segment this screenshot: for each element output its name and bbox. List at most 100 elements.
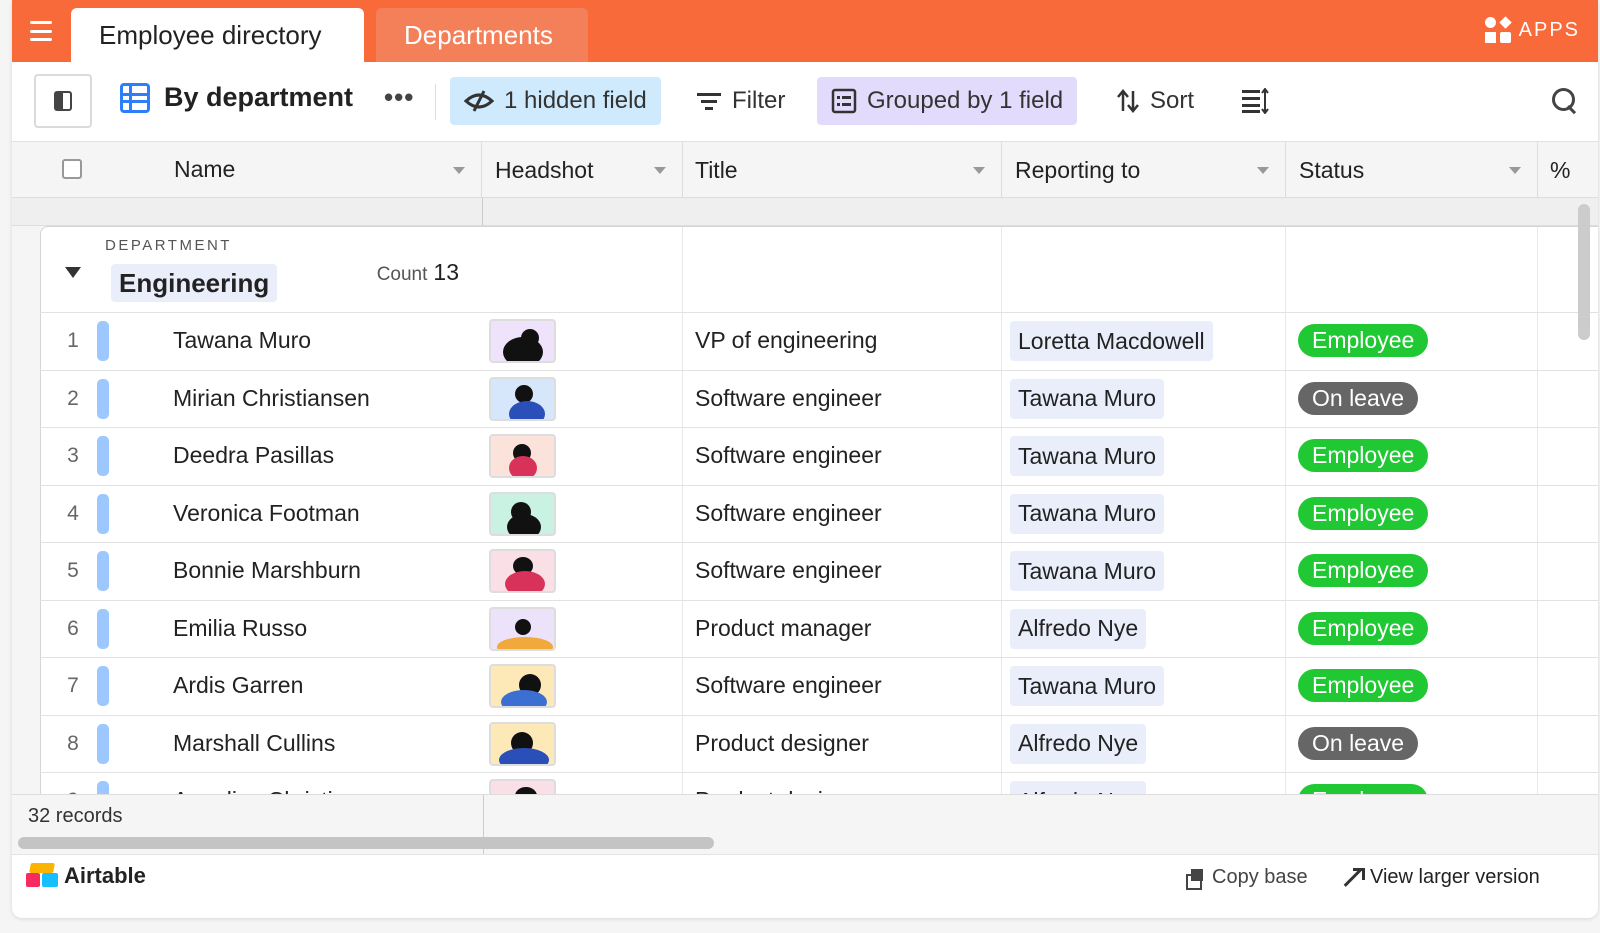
title-cell[interactable]: Software engineer: [683, 658, 1002, 715]
extra-cell[interactable]: [1538, 543, 1598, 600]
title-cell[interactable]: Software engineer: [683, 485, 1002, 542]
table-row[interactable]: 2 Mirian Christiansen: [40, 369, 483, 427]
reporting-to-cell[interactable]: Tawana Muro: [1002, 485, 1286, 542]
reporting-to-cell[interactable]: Alfredo Nye: [1002, 600, 1286, 657]
employee-name[interactable]: Mirian Christiansen: [173, 385, 370, 412]
status-cell[interactable]: On leave: [1286, 715, 1538, 772]
headshot-image[interactable]: [489, 549, 556, 593]
table-row[interactable]: Software engineer Tawana Muro On leave: [483, 369, 1598, 427]
employee-name[interactable]: Tawana Muro: [173, 327, 311, 354]
headshot-cell[interactable]: [483, 715, 683, 772]
chevron-down-icon[interactable]: [1509, 167, 1521, 174]
more-options-button[interactable]: •••: [384, 82, 414, 113]
reporting-to-cell[interactable]: Tawana Muro: [1002, 428, 1286, 485]
manager-chip[interactable]: Alfredo Nye: [1010, 608, 1147, 649]
headshot-cell[interactable]: [483, 773, 683, 794]
employee-name[interactable]: Veronica Footman: [173, 500, 360, 527]
employee-name[interactable]: Marshall Cullins: [173, 730, 335, 757]
extra-cell[interactable]: [1538, 716, 1598, 773]
table-row[interactable]: Product manager Alfredo Nye Employee: [483, 599, 1598, 657]
title-cell[interactable]: Product designer: [683, 715, 1002, 772]
vertical-scrollbar[interactable]: [1578, 204, 1590, 340]
column-header-extra[interactable]: %: [1538, 142, 1598, 198]
table-row[interactable]: Product designer Alfredo Nye On leave: [483, 714, 1598, 773]
column-header-headshot[interactable]: Headshot: [483, 142, 683, 198]
hide-fields-button[interactable]: 1 hidden field: [450, 77, 661, 125]
column-header-name[interactable]: Name: [12, 142, 482, 198]
headshot-image[interactable]: [489, 376, 556, 421]
headshot-cell[interactable]: [483, 370, 683, 427]
menu-icon[interactable]: [28, 18, 54, 44]
table-row[interactable]: 1 Tawana Muro: [40, 312, 483, 370]
status-cell[interactable]: Employee: [1286, 428, 1538, 485]
status-cell[interactable]: Employee: [1286, 543, 1538, 600]
chevron-down-icon[interactable]: [453, 167, 465, 174]
employee-name[interactable]: Annalisa Christiansen: [173, 787, 395, 794]
headshot-cell[interactable]: [483, 600, 683, 657]
table-row[interactable]: Software engineer Tawana Muro Employee: [483, 542, 1598, 600]
title-cell[interactable]: Product designer: [683, 773, 1002, 794]
table-row[interactable]: Product designer Alfredo Nye Employee: [483, 772, 1598, 794]
extra-cell[interactable]: [1538, 486, 1598, 543]
tab-departments[interactable]: Departments: [376, 8, 588, 62]
select-all-checkbox[interactable]: [62, 159, 82, 179]
employee-name[interactable]: Deedra Pasillas: [173, 442, 334, 469]
chevron-down-icon[interactable]: [1257, 167, 1269, 174]
status-cell[interactable]: Employee: [1286, 600, 1538, 657]
status-cell[interactable]: Employee: [1286, 658, 1538, 715]
view-larger-link[interactable]: View larger version: [1342, 866, 1540, 889]
table-row[interactable]: 5 Bonnie Marshburn: [40, 542, 483, 600]
column-header-title[interactable]: Title: [683, 142, 1002, 198]
title-cell[interactable]: Software engineer: [683, 370, 1002, 427]
copy-base-link[interactable]: Copy base: [1186, 866, 1308, 890]
headshot-cell[interactable]: [483, 428, 683, 485]
manager-chip[interactable]: Loretta Macdowell: [1010, 321, 1213, 361]
manager-chip[interactable]: Tawana Muro: [1010, 551, 1165, 591]
headshot-image[interactable]: [489, 721, 556, 766]
manager-chip[interactable]: Tawana Muro: [1010, 666, 1165, 706]
headshot-image[interactable]: [489, 434, 556, 478]
headshot-image[interactable]: [489, 491, 556, 536]
group-button[interactable]: Grouped by 1 field: [817, 77, 1078, 125]
title-cell[interactable]: Product manager: [683, 600, 1002, 657]
table-row[interactable]: Software engineer Tawana Muro Employee: [483, 484, 1598, 543]
headshot-cell[interactable]: [483, 485, 683, 542]
employee-name[interactable]: Emilia Russo: [173, 615, 307, 642]
title-cell[interactable]: Software engineer: [683, 428, 1002, 485]
status-cell[interactable]: Employee: [1286, 313, 1538, 370]
search-icon[interactable]: [1552, 88, 1578, 114]
title-cell[interactable]: Software engineer: [683, 543, 1002, 600]
reporting-to-cell[interactable]: Tawana Muro: [1002, 370, 1286, 427]
reporting-to-cell[interactable]: Loretta Macdowell: [1002, 313, 1286, 370]
status-cell[interactable]: Employee: [1286, 485, 1538, 542]
manager-chip[interactable]: Tawana Muro: [1010, 436, 1165, 476]
reporting-to-cell[interactable]: Tawana Muro: [1002, 658, 1286, 715]
table-row[interactable]: 4 Veronica Footman: [40, 484, 483, 542]
horizontal-scrollbar[interactable]: [18, 837, 714, 849]
employee-name[interactable]: Bonnie Marshburn: [173, 557, 361, 584]
collapse-triangle-icon[interactable]: [65, 267, 81, 278]
reporting-to-cell[interactable]: Alfredo Nye: [1002, 715, 1286, 772]
row-height-button[interactable]: [1227, 77, 1283, 125]
table-row[interactable]: Software engineer Tawana Muro Employee: [483, 427, 1598, 485]
extra-cell[interactable]: [1538, 428, 1598, 485]
manager-chip[interactable]: Alfredo Nye: [1010, 781, 1147, 794]
table-row[interactable]: 9Annalisa Christiansen: [40, 772, 483, 794]
manager-chip[interactable]: Alfredo Nye: [1010, 723, 1147, 764]
employee-name[interactable]: Ardis Garren: [173, 672, 303, 699]
table-row[interactable]: 8 Marshall Cullins: [40, 714, 483, 772]
chevron-down-icon[interactable]: [654, 167, 666, 174]
status-cell[interactable]: Employee: [1286, 773, 1538, 794]
status-cell[interactable]: On leave: [1286, 370, 1538, 427]
table-row[interactable]: 6 Emilia Russo: [40, 599, 483, 657]
reporting-to-cell[interactable]: Tawana Muro: [1002, 543, 1286, 600]
column-header-status[interactable]: Status: [1286, 142, 1538, 198]
airtable-brand-link[interactable]: Airtable: [26, 863, 146, 889]
table-row[interactable]: Software engineer Tawana Muro Employee: [483, 657, 1598, 715]
headshot-image[interactable]: [489, 779, 556, 794]
column-header-reporting-to[interactable]: Reporting to: [1002, 142, 1286, 198]
manager-chip[interactable]: Tawana Muro: [1010, 378, 1165, 419]
sidebar-toggle-button[interactable]: [34, 74, 92, 128]
headshot-cell[interactable]: [483, 658, 683, 715]
headshot-image[interactable]: [489, 606, 556, 651]
